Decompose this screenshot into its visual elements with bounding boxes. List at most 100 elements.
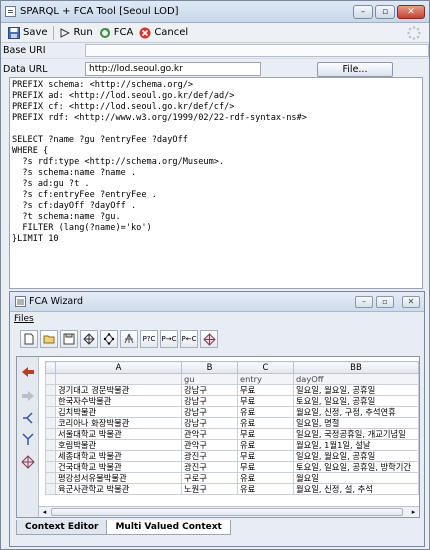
run-label: Run — [73, 27, 93, 38]
table-cell[interactable]: 일요일, 명절 — [293, 417, 419, 429]
table-cell[interactable]: 무료 — [237, 461, 294, 473]
column-header[interactable]: B — [181, 361, 238, 374]
table-cell[interactable]: 건국대학교 박물관 — [55, 461, 182, 473]
table-cell[interactable]: 강남구 — [181, 395, 238, 407]
fca-minimize-button[interactable]: – — [355, 295, 373, 308]
query-line: PREFIX cf: <http://lod.seoul.go.kr/def/c… — [12, 102, 235, 112]
table-cell[interactable]: 유료 — [237, 406, 294, 418]
base-uri-row: Base URI — [1, 43, 429, 59]
table-cell[interactable]: 경기대고 경문박물관 — [55, 384, 182, 396]
query-line: SELECT ?name ?gu ?entryFee ?dayOff — [12, 135, 188, 145]
table-cell[interactable] — [55, 373, 182, 385]
table-row: 경기대고 경문박물관 강남구 무료 일요일, 월요일, 공휴일 — [45, 384, 419, 396]
table-cell[interactable]: 서울대학교 박물관 — [55, 428, 182, 440]
column-header[interactable]: A — [55, 361, 182, 374]
scroll-thumb[interactable] — [51, 508, 403, 516]
table-cell[interactable]: 무료 — [237, 450, 294, 462]
lattice-icon[interactable] — [80, 330, 98, 348]
table-cell[interactable]: 유료 — [237, 472, 294, 484]
table-cell[interactable]: 일요일, 국정공휴일, 개교기념일 — [293, 428, 419, 440]
table-cell[interactable]: 토요일, 일요일, 공휴일, 방학기간 — [293, 461, 419, 473]
table-cell[interactable]: 한국자수박물관 — [55, 395, 182, 407]
table-cell[interactable]: 강남구 — [181, 406, 238, 418]
merge-icon[interactable] — [19, 431, 37, 449]
diamond-network-icon[interactable] — [200, 330, 218, 348]
table-cell[interactable]: dayOff — [293, 373, 419, 385]
query-line: PREFIX rdf: <http://www.w3.org/1999/02/2… — [12, 113, 307, 123]
table-cell[interactable]: 일요일, 월요일, 공휴일 — [293, 384, 419, 396]
table-cell[interactable]: 월요일, 신정, 설, 추석 — [293, 483, 419, 495]
table-cell[interactable]: gu — [181, 373, 238, 385]
table-cell[interactable]: 구로구 — [181, 472, 238, 484]
table-cell[interactable]: 강남구 — [181, 384, 238, 396]
horizontal-scrollbar[interactable]: ◂ ▸ — [39, 506, 419, 517]
toolbar-separator — [52, 25, 54, 40]
table-cell[interactable]: 김치박물관 — [55, 406, 182, 418]
tab-multi-valued-context[interactable]: Multi Valued Context — [106, 520, 231, 535]
fca-title: FCA Wizard — [29, 296, 84, 307]
table-row: 세종대학교 박물관 광진구 무료 일요일, 월요일, 공휴일 — [45, 450, 419, 462]
fca-maximize-button[interactable]: ▫ — [376, 295, 394, 308]
forward-arrow-icon[interactable] — [19, 387, 37, 405]
scroll-right-icon[interactable]: ▸ — [409, 508, 418, 517]
data-url-field[interactable]: http://lod.seoul.go.kr — [85, 62, 261, 76]
row-header — [45, 384, 56, 396]
cancel-icon — [139, 27, 151, 39]
tree-icon[interactable] — [120, 330, 138, 348]
column-header[interactable]: C — [237, 361, 294, 374]
base-uri-field[interactable] — [85, 44, 429, 57]
maximize-button[interactable]: ▫ — [375, 4, 395, 19]
fca-close-button[interactable]: ✕ — [402, 295, 420, 308]
table-cell[interactable]: 세종대학교 박물관 — [55, 450, 182, 462]
file-button[interactable]: File... — [317, 61, 393, 77]
table-cell[interactable]: 관악구 — [181, 428, 238, 440]
table-cell[interactable]: 월요일, 1월1일, 설날 — [293, 439, 419, 451]
p-query-c-button[interactable]: P?C — [140, 330, 158, 348]
query-editor[interactable]: PREFIX schema: <http://schema.org/> PREFI… — [9, 77, 423, 289]
new-document-icon[interactable] — [20, 330, 38, 348]
table-cell[interactable]: 노원구 — [181, 483, 238, 495]
tab-context-editor[interactable]: Context Editor — [16, 520, 108, 535]
table-cell[interactable]: 월요일 — [293, 472, 419, 484]
p-from-c-button[interactable]: P←C — [180, 330, 198, 348]
table-row: 코리아나 화장박물관 강남구 유료 일요일, 명절 — [45, 417, 419, 429]
table-cell[interactable]: 광진구 — [181, 450, 238, 462]
menu-files[interactable]: Files — [14, 314, 34, 324]
table-cell[interactable]: 호림박물관 — [55, 439, 182, 451]
lattice-nodes-icon[interactable] — [100, 330, 118, 348]
table-cell[interactable]: 평강성서유물박물관 — [55, 472, 182, 484]
table-cell[interactable]: 토요일, 일요일, 공휴일 — [293, 395, 419, 407]
open-folder-icon[interactable] — [40, 330, 58, 348]
table-cell[interactable]: 광진구 — [181, 461, 238, 473]
scroll-left-icon[interactable]: ◂ — [40, 508, 49, 517]
save-button[interactable]: Save — [5, 26, 51, 39]
table-cell[interactable]: 무료 — [237, 384, 294, 396]
table-cell[interactable]: 유료 — [237, 439, 294, 451]
table-cell[interactable]: entry — [237, 373, 294, 385]
app-icon — [5, 6, 16, 17]
run-button[interactable]: Run — [56, 27, 96, 39]
table-cell[interactable]: 월요일, 신정, 구정, 추석연휴 — [293, 406, 419, 418]
split-icon[interactable] — [19, 409, 37, 427]
table-cell[interactable]: 유료 — [237, 483, 294, 495]
save-disk-icon[interactable] — [60, 330, 78, 348]
table-cell[interactable]: 강남구 — [181, 417, 238, 429]
column-header[interactable]: BB — [293, 361, 419, 374]
table-cell[interactable]: 관악구 — [181, 439, 238, 451]
table-cell[interactable]: 무료 — [237, 395, 294, 407]
p-to-c-button[interactable]: P→C — [160, 330, 178, 348]
fca-button[interactable]: FCA — [96, 27, 137, 39]
table-cell[interactable]: 일요일, 월요일, 공휴일 — [293, 450, 419, 462]
fca-title-bar: FCA Wizard – ▫ ✕ — [10, 292, 424, 312]
table-cell[interactable]: 유료 — [237, 417, 294, 429]
table-cell[interactable]: 코리아나 화장박물관 — [55, 417, 182, 429]
back-arrow-icon[interactable] — [19, 363, 37, 381]
window-title: SPARQL + FCA Tool [Seoul LOD] — [20, 6, 179, 17]
minimize-button[interactable]: – — [353, 4, 373, 19]
table-cell[interactable]: 무료 — [237, 428, 294, 440]
table-cell[interactable]: 육군사관학교 박물관 — [55, 483, 182, 495]
cancel-button[interactable]: Cancel — [136, 27, 191, 39]
concept-lattice-icon[interactable] — [19, 453, 37, 471]
row-header — [45, 428, 56, 440]
close-button[interactable]: ✕ — [397, 4, 425, 19]
